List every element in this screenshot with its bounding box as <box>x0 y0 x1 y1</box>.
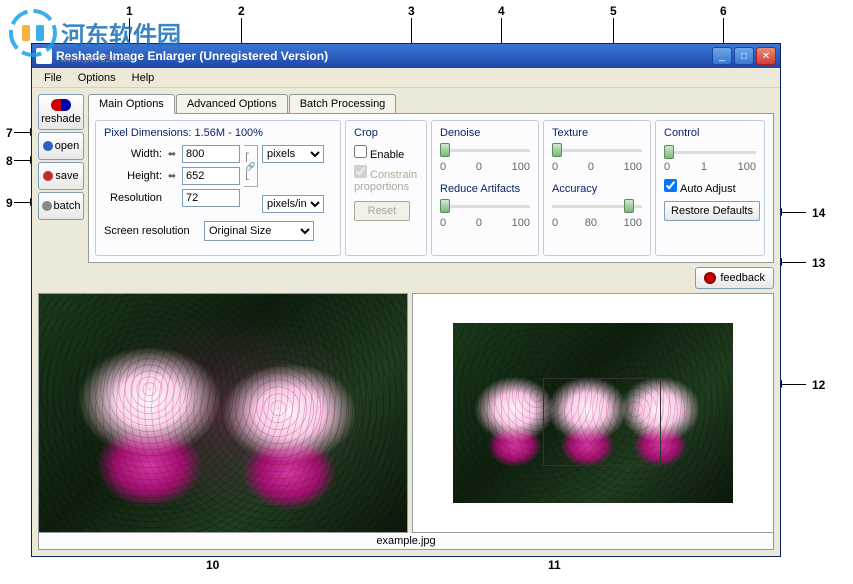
arrow-12 <box>782 384 806 385</box>
callout-10: 10 <box>206 558 219 572</box>
resolution-input[interactable] <box>182 189 240 207</box>
reshade-button[interactable]: reshade <box>38 94 84 130</box>
width-unit-select[interactable]: pixels <box>262 145 324 163</box>
callout-4: 4 <box>498 4 505 18</box>
reshade-label: reshade <box>41 113 81 125</box>
accuracy-title: Accuracy <box>552 183 642 195</box>
reduce-artifacts-slider[interactable] <box>440 199 530 215</box>
arrow-7 <box>14 132 30 133</box>
feedback-button[interactable]: feedback <box>695 267 774 289</box>
chain-icon[interactable]: ⎡🔗⎣ <box>244 145 258 187</box>
menu-help[interactable]: Help <box>124 70 163 86</box>
arrow-13 <box>782 262 806 263</box>
batch-label: batch <box>54 200 81 212</box>
crop-reset-button: Reset <box>354 201 410 221</box>
callout-3: 3 <box>408 4 415 18</box>
resolution-unit-select[interactable]: pixels/inch <box>262 195 324 213</box>
save-button[interactable]: save <box>38 162 84 190</box>
callout-11: 11 <box>548 558 561 572</box>
callout-6: 6 <box>720 4 727 18</box>
open-icon <box>43 141 53 151</box>
minimize-button[interactable]: _ <box>712 47 732 65</box>
batch-button[interactable]: batch <box>38 192 84 220</box>
constrain-checkbox <box>354 165 367 178</box>
link-icon: ⬌ <box>166 149 178 160</box>
control-group: Control 01100 Auto Adjust Restore Defaul… <box>655 120 765 256</box>
auto-adjust-row[interactable]: Auto Adjust <box>664 179 756 195</box>
control-title: Control <box>664 127 756 139</box>
enlarged-preview[interactable] <box>38 293 408 533</box>
reshade-icon <box>51 99 71 111</box>
width-input[interactable] <box>182 145 240 163</box>
bug-icon <box>704 272 716 284</box>
menu-options[interactable]: Options <box>70 70 124 86</box>
callout-2: 2 <box>238 4 245 18</box>
menubar: File Options Help <box>32 68 780 88</box>
tab-batch-processing[interactable]: Batch Processing <box>289 94 397 113</box>
open-label: open <box>55 140 79 152</box>
enlarged-image <box>39 294 407 532</box>
height-label: Height: <box>104 170 162 182</box>
app-window: Reshade Image Enlarger (Unregistered Ver… <box>31 43 781 557</box>
arrow-14 <box>782 212 806 213</box>
feedback-label: feedback <box>720 272 765 284</box>
save-label: save <box>55 170 78 182</box>
open-button[interactable]: open <box>38 132 84 160</box>
tab-panel: Pixel Dimensions: 1.56M - 100% Width: ⬌ … <box>88 113 774 263</box>
crop-enable-checkbox[interactable] <box>354 145 367 158</box>
texture-accuracy-group: Texture 00100 Accuracy 080100 <box>543 120 651 256</box>
screen-resolution-label: Screen resolution <box>104 225 200 237</box>
crop-selection-rect[interactable] <box>543 378 661 466</box>
crop-enable-label: Enable <box>370 149 404 161</box>
constrain-row: Constrain proportions <box>354 165 418 193</box>
denoise-slider[interactable] <box>440 143 530 159</box>
height-input[interactable] <box>182 167 240 185</box>
texture-slider[interactable] <box>552 143 642 159</box>
pixel-dimensions-title: Pixel Dimensions: 1.56M - 100% <box>104 127 332 139</box>
denoise-reduce-group: Denoise 00100 Reduce Artifacts 00100 <box>431 120 539 256</box>
resolution-label: Resolution <box>104 192 162 204</box>
screen-resolution-select[interactable]: Original Size <box>204 221 314 241</box>
callout-13: 13 <box>812 256 825 270</box>
site-watermark: 河东软件园 www.pc0359.cn <box>8 8 181 65</box>
filename-status: example.jpg <box>38 533 774 550</box>
auto-adjust-checkbox[interactable] <box>664 179 677 192</box>
restore-defaults-button[interactable]: Restore Defaults <box>664 201 760 221</box>
reduce-artifacts-title: Reduce Artifacts <box>440 183 530 195</box>
denoise-title: Denoise <box>440 127 530 139</box>
texture-title: Texture <box>552 127 642 139</box>
callout-9: 9 <box>6 196 13 210</box>
callout-8: 8 <box>6 154 13 168</box>
crop-title: Crop <box>354 127 418 139</box>
arrow-9 <box>14 202 30 203</box>
link-icon-2: ⬌ <box>166 171 178 182</box>
original-preview[interactable] <box>412 293 774 533</box>
crop-group: Crop Enable Constrain proportions Reset <box>345 120 427 256</box>
callout-7: 7 <box>6 126 13 140</box>
tab-advanced-options[interactable]: Advanced Options <box>176 94 288 113</box>
width-label: Width: <box>104 148 162 160</box>
save-icon <box>43 171 53 181</box>
crop-enable-row[interactable]: Enable <box>354 149 404 161</box>
tab-main-options[interactable]: Main Options <box>88 94 175 114</box>
control-slider[interactable] <box>664 145 756 161</box>
accuracy-slider[interactable] <box>552 199 642 215</box>
pixel-dimensions-group: Pixel Dimensions: 1.56M - 100% Width: ⬌ … <box>95 120 341 256</box>
batch-icon <box>42 201 52 211</box>
menu-file[interactable]: File <box>36 70 70 86</box>
callout-5: 5 <box>610 4 617 18</box>
auto-adjust-label: Auto Adjust <box>680 183 736 195</box>
tab-bar: Main Options Advanced Options Batch Proc… <box>88 94 774 113</box>
maximize-button[interactable]: □ <box>734 47 754 65</box>
close-button[interactable]: ✕ <box>756 47 776 65</box>
arrow-8 <box>14 160 30 161</box>
callout-14: 14 <box>812 206 825 220</box>
callout-12: 12 <box>812 378 825 392</box>
